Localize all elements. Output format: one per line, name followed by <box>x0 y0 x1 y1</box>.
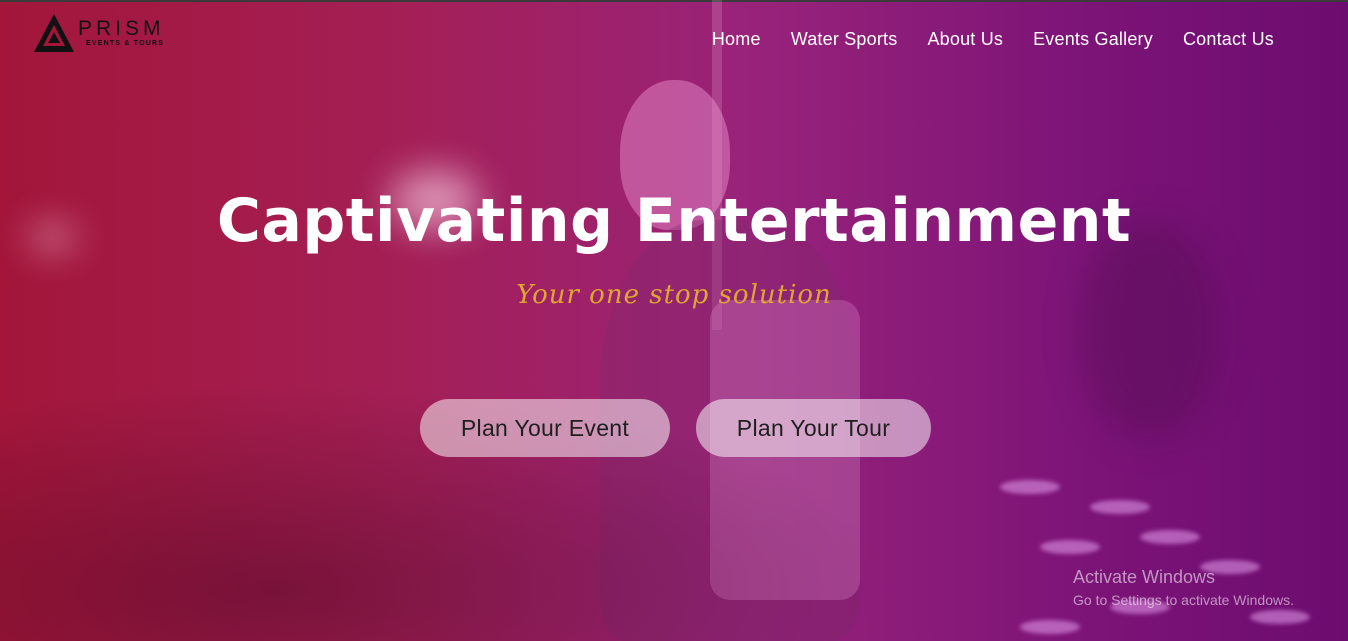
floor-light <box>1090 500 1150 514</box>
plan-event-button[interactable]: Plan Your Event <box>420 399 670 457</box>
plan-tour-button[interactable]: Plan Your Tour <box>696 399 931 457</box>
activate-windows-watermark: Activate Windows Go to Settings to activ… <box>1073 566 1294 610</box>
nav-water-sports[interactable]: Water Sports <box>791 29 898 50</box>
brand-subtitle: EVENTS & TOURS <box>86 40 165 47</box>
hero-tagline: Your one stop solution <box>516 280 832 310</box>
hero-section: PRISM EVENTS & TOURS Home Water Sports A… <box>0 0 1348 641</box>
main-navigation: Home Water Sports About Us Events Galler… <box>712 29 1274 50</box>
brand-name: PRISM <box>78 17 165 40</box>
floor-light <box>1020 620 1080 634</box>
floor-light <box>1140 530 1200 544</box>
nav-about-us[interactable]: About Us <box>927 29 1003 50</box>
concert-background-image <box>0 0 1348 641</box>
hero-cta-buttons: Plan Your Event Plan Your Tour <box>420 399 931 457</box>
brand-logo[interactable]: PRISM EVENTS & TOURS <box>32 12 165 54</box>
watermark-title: Activate Windows <box>1073 567 1216 587</box>
brand-text: PRISM EVENTS & TOURS <box>78 18 165 48</box>
hero-headline: Captivating Entertainment <box>216 186 1132 256</box>
watermark-subtitle: Go to Settings to activate Windows. <box>1073 592 1294 608</box>
floor-light <box>1250 610 1310 624</box>
floor-light <box>1040 540 1100 554</box>
floor-light <box>1000 480 1060 494</box>
nav-contact-us[interactable]: Contact Us <box>1183 29 1274 50</box>
nav-events-gallery[interactable]: Events Gallery <box>1033 29 1153 50</box>
prism-triangle-logo-icon <box>34 14 74 52</box>
nav-home[interactable]: Home <box>712 29 761 50</box>
